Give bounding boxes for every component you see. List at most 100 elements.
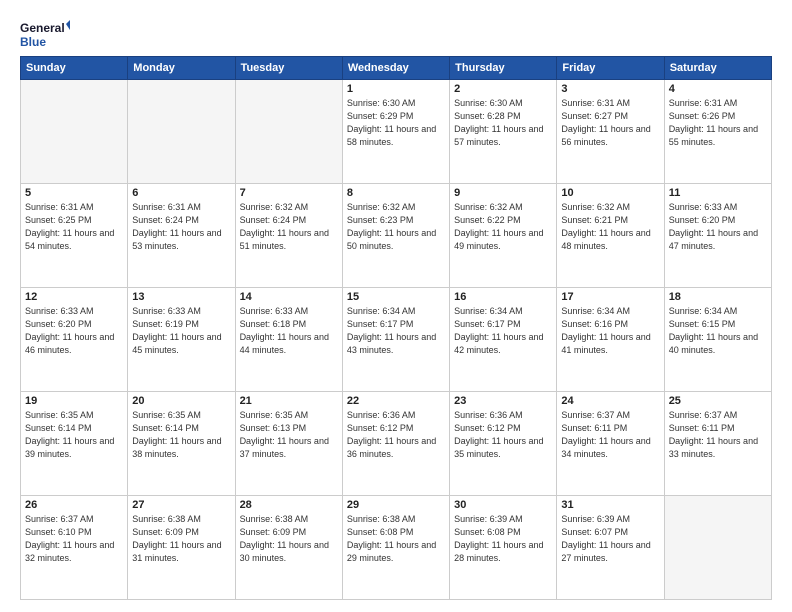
day-info: Sunrise: 6:32 AM Sunset: 6:24 PM Dayligh… [240, 201, 338, 253]
day-number: 16 [454, 291, 552, 303]
day-number: 12 [25, 291, 123, 303]
day-cell: 5 Sunrise: 6:31 AM Sunset: 6:25 PM Daylig… [21, 184, 128, 288]
day-cell: 4 Sunrise: 6:31 AM Sunset: 6:26 PM Daylig… [664, 80, 771, 184]
day-info: Sunrise: 6:31 AM Sunset: 6:25 PM Dayligh… [25, 201, 123, 253]
day-number: 3 [561, 83, 659, 95]
day-cell: 19Sunrise: 6:35 AM Sunset: 6:14 PM Dayli… [21, 392, 128, 496]
day-info: Sunrise: 6:33 AM Sunset: 6:18 PM Dayligh… [240, 305, 338, 357]
day-info: Sunrise: 6:30 AM Sunset: 6:28 PM Dayligh… [454, 97, 552, 149]
day-cell: 21 Sunrise: 6:35 AM Sunset: 6:13 PM Dayli… [235, 392, 342, 496]
day-number: 30 [454, 499, 552, 511]
day-info: Sunrise: 6:32 AM Sunset: 6:23 PM Dayligh… [347, 201, 445, 253]
day-cell [128, 80, 235, 184]
day-info: Sunrise: 6:31 AM Sunset: 6:26 PM Dayligh… [669, 97, 767, 149]
day-cell: 24 Sunrise: 6:37 AM Sunset: 6:11 PM Dayli… [557, 392, 664, 496]
weekday-header-friday: Friday [557, 57, 664, 80]
day-cell [21, 80, 128, 184]
day-number: 5 [25, 187, 123, 199]
day-cell: 29Sunrise: 6:38 AM Sunset: 6:08 PM Dayli… [342, 496, 449, 600]
day-cell: 6 Sunrise: 6:31 AM Sunset: 6:24 PM Daylig… [128, 184, 235, 288]
day-cell: 30 Sunrise: 6:39 AM Sunset: 6:08 PM Dayli… [450, 496, 557, 600]
day-cell: 9 Sunrise: 6:32 AM Sunset: 6:22 PM Daylig… [450, 184, 557, 288]
day-info: Sunrise: 6:30 AM Sunset: 6:29 PM Dayligh… [347, 97, 445, 149]
day-cell: 1 Sunrise: 6:30 AM Sunset: 6:29 PM Daylig… [342, 80, 449, 184]
day-cell: 3 Sunrise: 6:31 AM Sunset: 6:27 PM Daylig… [557, 80, 664, 184]
header: General Blue [20, 18, 772, 54]
day-number: 20 [132, 395, 230, 407]
day-number: 1 [347, 83, 445, 95]
day-cell: 27Sunrise: 6:38 AM Sunset: 6:09 PM Dayli… [128, 496, 235, 600]
day-number: 18 [669, 291, 767, 303]
day-cell: 7 Sunrise: 6:32 AM Sunset: 6:24 PM Daylig… [235, 184, 342, 288]
day-number: 4 [669, 83, 767, 95]
logo: General Blue [20, 18, 70, 54]
day-info: Sunrise: 6:31 AM Sunset: 6:24 PM Dayligh… [132, 201, 230, 253]
weekday-header-saturday: Saturday [664, 57, 771, 80]
week-row-1: 1 Sunrise: 6:30 AM Sunset: 6:29 PM Daylig… [21, 80, 772, 184]
day-cell: 25Sunrise: 6:37 AM Sunset: 6:11 PM Dayli… [664, 392, 771, 496]
week-row-3: 12 Sunrise: 6:33 AM Sunset: 6:20 PM Dayli… [21, 288, 772, 392]
day-info: Sunrise: 6:33 AM Sunset: 6:20 PM Dayligh… [669, 201, 767, 253]
day-cell: 13 Sunrise: 6:33 AM Sunset: 6:19 PM Dayli… [128, 288, 235, 392]
day-number: 10 [561, 187, 659, 199]
day-cell [235, 80, 342, 184]
calendar-table: SundayMondayTuesdayWednesdayThursdayFrid… [20, 56, 772, 600]
day-info: Sunrise: 6:31 AM Sunset: 6:27 PM Dayligh… [561, 97, 659, 149]
day-number: 21 [240, 395, 338, 407]
day-number: 22 [347, 395, 445, 407]
day-info: Sunrise: 6:34 AM Sunset: 6:17 PM Dayligh… [454, 305, 552, 357]
day-info: Sunrise: 6:36 AM Sunset: 6:12 PM Dayligh… [454, 409, 552, 461]
day-number: 19 [25, 395, 123, 407]
day-info: Sunrise: 6:34 AM Sunset: 6:17 PM Dayligh… [347, 305, 445, 357]
day-info: Sunrise: 6:35 AM Sunset: 6:13 PM Dayligh… [240, 409, 338, 461]
day-number: 15 [347, 291, 445, 303]
day-number: 24 [561, 395, 659, 407]
week-row-5: 26Sunrise: 6:37 AM Sunset: 6:10 PM Dayli… [21, 496, 772, 600]
day-info: Sunrise: 6:33 AM Sunset: 6:20 PM Dayligh… [25, 305, 123, 357]
day-number: 7 [240, 187, 338, 199]
day-cell: 16 Sunrise: 6:34 AM Sunset: 6:17 PM Dayli… [450, 288, 557, 392]
day-number: 2 [454, 83, 552, 95]
day-number: 9 [454, 187, 552, 199]
day-number: 6 [132, 187, 230, 199]
day-info: Sunrise: 6:38 AM Sunset: 6:09 PM Dayligh… [240, 513, 338, 565]
day-cell: 17 Sunrise: 6:34 AM Sunset: 6:16 PM Dayli… [557, 288, 664, 392]
day-number: 25 [669, 395, 767, 407]
day-cell [664, 496, 771, 600]
week-row-4: 19 Sunrise: 6:35 AM Sunset: 6:14 PM Dayli… [21, 392, 772, 496]
day-info: Sunrise: 6:37 AM Sunset: 6:10 PM Dayligh… [25, 513, 123, 565]
weekday-header-row: SundayMondayTuesdayWednesdayThursdayFrid… [21, 57, 772, 80]
day-info: Sunrise: 6:39 AM Sunset: 6:08 PM Dayligh… [454, 513, 552, 565]
day-info: Sunrise: 6:32 AM Sunset: 6:22 PM Dayligh… [454, 201, 552, 253]
day-number: 8 [347, 187, 445, 199]
day-cell: 26Sunrise: 6:37 AM Sunset: 6:10 PM Dayli… [21, 496, 128, 600]
page: General Blue SundayMondayTuesdayWednesda… [0, 0, 792, 612]
day-cell: 12 Sunrise: 6:33 AM Sunset: 6:20 PM Dayli… [21, 288, 128, 392]
svg-text:Blue: Blue [20, 35, 46, 49]
day-cell: 20 Sunrise: 6:35 AM Sunset: 6:14 PM Dayli… [128, 392, 235, 496]
day-number: 13 [132, 291, 230, 303]
week-row-2: 5 Sunrise: 6:31 AM Sunset: 6:25 PM Daylig… [21, 184, 772, 288]
day-number: 31 [561, 499, 659, 511]
day-info: Sunrise: 6:38 AM Sunset: 6:08 PM Dayligh… [347, 513, 445, 565]
day-info: Sunrise: 6:33 AM Sunset: 6:19 PM Dayligh… [132, 305, 230, 357]
day-number: 17 [561, 291, 659, 303]
day-number: 14 [240, 291, 338, 303]
day-cell: 18 Sunrise: 6:34 AM Sunset: 6:15 PM Dayli… [664, 288, 771, 392]
svg-text:General: General [20, 21, 65, 35]
day-cell: 28Sunrise: 6:38 AM Sunset: 6:09 PM Dayli… [235, 496, 342, 600]
day-info: Sunrise: 6:34 AM Sunset: 6:15 PM Dayligh… [669, 305, 767, 357]
day-cell: 15 Sunrise: 6:34 AM Sunset: 6:17 PM Dayli… [342, 288, 449, 392]
day-info: Sunrise: 6:34 AM Sunset: 6:16 PM Dayligh… [561, 305, 659, 357]
weekday-header-tuesday: Tuesday [235, 57, 342, 80]
day-info: Sunrise: 6:35 AM Sunset: 6:14 PM Dayligh… [132, 409, 230, 461]
day-cell: 14 Sunrise: 6:33 AM Sunset: 6:18 PM Dayli… [235, 288, 342, 392]
day-info: Sunrise: 6:39 AM Sunset: 6:07 PM Dayligh… [561, 513, 659, 565]
weekday-header-monday: Monday [128, 57, 235, 80]
day-cell: 31 Sunrise: 6:39 AM Sunset: 6:07 PM Dayli… [557, 496, 664, 600]
day-info: Sunrise: 6:37 AM Sunset: 6:11 PM Dayligh… [561, 409, 659, 461]
day-cell: 8 Sunrise: 6:32 AM Sunset: 6:23 PM Daylig… [342, 184, 449, 288]
day-cell: 10Sunrise: 6:32 AM Sunset: 6:21 PM Dayli… [557, 184, 664, 288]
weekday-header-thursday: Thursday [450, 57, 557, 80]
day-info: Sunrise: 6:38 AM Sunset: 6:09 PM Dayligh… [132, 513, 230, 565]
